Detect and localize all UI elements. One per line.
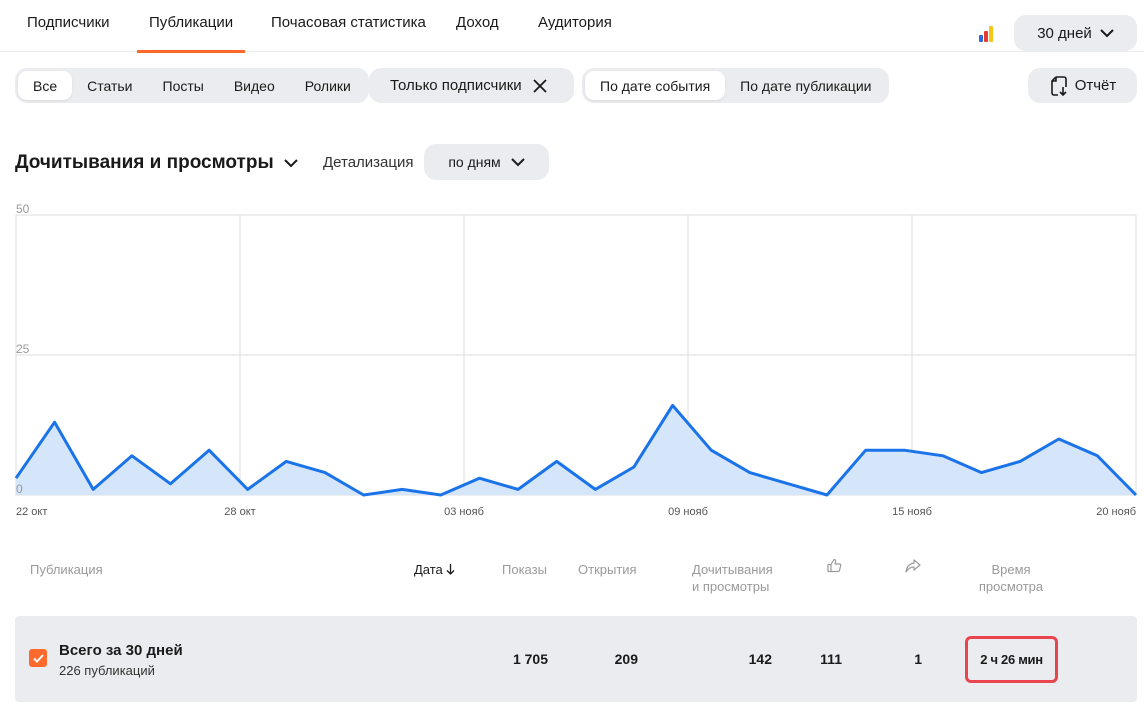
summary-likes: 111 [820, 651, 842, 667]
reads-views-chart: 50 25 0 22 окт 28 окт 03 нояб 09 нояб 15 нояб 20… [14, 202, 1138, 518]
summary-checkbox[interactable] [29, 649, 47, 667]
col-shows: Показы [502, 562, 547, 577]
x-tick-label: 09 нояб [668, 506, 708, 518]
filter-posts[interactable]: Посты [148, 71, 219, 100]
tab-publications[interactable]: Публикации [136, 14, 246, 53]
col-reads-line2: и просмотры [692, 579, 770, 594]
document-download-icon [1050, 75, 1067, 96]
checkmark-icon [32, 653, 44, 663]
period-label: 30 дней [1037, 24, 1092, 42]
share-icon [905, 559, 921, 573]
x-tick-label: 28 окт [224, 506, 255, 518]
summary-time-value: 2 ч 26 мин [980, 652, 1043, 667]
subscribers-only-filter[interactable]: Только подписчики [369, 68, 574, 103]
y-tick-label: 25 [16, 342, 30, 356]
tab-subscribers[interactable]: Подписчики [27, 14, 110, 31]
x-tick-label: 15 нояб [892, 506, 932, 518]
x-tick-label: 03 нояб [444, 506, 484, 518]
summary-subtitle: 226 публикаций [59, 663, 155, 678]
col-reads: Дочитывания и просмотры [692, 561, 773, 595]
close-icon[interactable] [532, 78, 548, 94]
tab-hourly-stats[interactable]: Почасовая статистика [271, 14, 426, 31]
y-tick-label: 50 [16, 202, 30, 216]
detail-value: по дням [448, 154, 501, 170]
top-tabs: Подписчики Публикации Почасовая статисти… [0, 0, 1144, 53]
series-area [16, 405, 1136, 495]
summary-title: Всего за 30 дней [59, 642, 183, 659]
detail-label: Детализация [323, 154, 414, 171]
report-button[interactable]: Отчёт [1028, 68, 1137, 103]
summary-shares: 1 [914, 651, 922, 667]
filter-by-publication-date[interactable]: По дате публикации [725, 71, 886, 100]
detail-select[interactable]: по дням [424, 144, 549, 180]
content-type-filter: Все Статьи Посты Видео Ролики [15, 68, 369, 103]
summary-shows: 1 705 [512, 651, 548, 667]
filter-all[interactable]: Все [18, 71, 73, 100]
summary-opens: 209 [614, 651, 638, 667]
x-tick-label: 20 нояб [1096, 506, 1136, 518]
tab-income[interactable]: Доход [456, 14, 499, 31]
col-opens: Открытия [578, 562, 637, 577]
y-tick-label: 0 [16, 482, 23, 496]
subscribers-only-label: Только подписчики [390, 77, 522, 94]
summary-view-time: 2 ч 26 мин [965, 636, 1058, 683]
chevron-down-icon [510, 157, 525, 166]
metric-select[interactable]: Дочитывания и просмотры [15, 152, 298, 174]
col-time-line1: Время [991, 562, 1031, 577]
brand-logo-icon [979, 24, 997, 42]
tab-audience[interactable]: Аудитория [538, 14, 612, 31]
col-reads-line1: Дочитывания [692, 562, 773, 577]
col-date-sort[interactable]: Дата [414, 561, 455, 578]
col-time-line2: просмотра [978, 579, 1044, 594]
summary-reads: 142 [748, 651, 772, 667]
chevron-down-icon [1100, 28, 1114, 37]
filter-by-event-date[interactable]: По дате события [585, 71, 726, 100]
x-tick-label: 22 окт [16, 506, 47, 518]
chevron-down-icon [283, 158, 298, 167]
col-date: Дата [414, 562, 443, 577]
report-label: Отчёт [1074, 77, 1117, 94]
summary-row: Всего за 30 дней 226 публикаций 1 705 20… [15, 616, 1137, 702]
date-mode-filter: По дате события По дате публикации [582, 68, 890, 103]
col-view-time: Время просмотра [976, 561, 1046, 595]
thumbs-up-icon [827, 558, 842, 573]
col-publication: Публикация [30, 562, 103, 577]
filter-video[interactable]: Видео [219, 71, 290, 100]
filter-shorts[interactable]: Ролики [290, 71, 366, 100]
chart-title: Дочитывания и просмотры [15, 152, 274, 173]
arrow-down-icon [446, 564, 455, 575]
filter-articles[interactable]: Статьи [72, 71, 147, 100]
period-select[interactable]: 30 дней [1014, 15, 1137, 51]
